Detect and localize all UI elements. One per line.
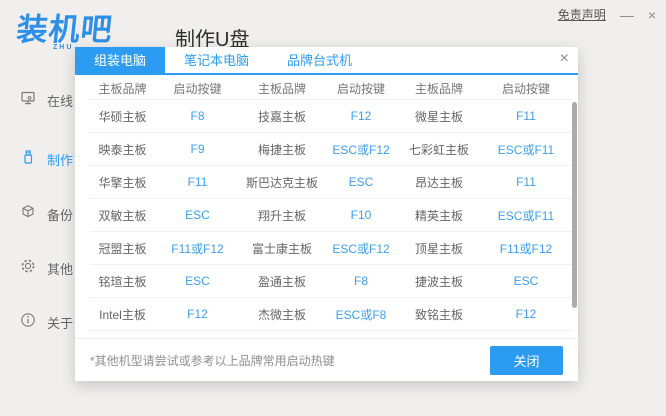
table-header-cell: 启动按键	[480, 80, 572, 97]
app-window: 装机吧 ZHU 免责声明 — × 制作U盘 在线 制作 备份	[0, 0, 666, 416]
boot-key-cell: F9	[155, 142, 240, 156]
brand-cell: 昂达主板	[398, 174, 480, 191]
brand-cell: 杰微主板	[240, 306, 324, 323]
table-row: 华擎主板F11斯巴达克主板ESC昂达主板F11	[90, 166, 572, 199]
sidebar-item-label: 在线	[47, 91, 73, 110]
table-row: 铭瑄主板ESC盈通主板F8捷波主板ESC	[90, 265, 572, 298]
app-logo-subtext: ZHU	[53, 44, 73, 51]
sidebar-item-make-usb[interactable]: 制作	[20, 149, 80, 170]
boot-key-cell: ESC	[155, 274, 240, 288]
brand-cell: Intel主板	[90, 306, 155, 323]
boot-key-cell: F12	[155, 307, 240, 321]
table-header-cell: 启动按键	[324, 80, 398, 97]
scrollbar-thumb[interactable]	[572, 102, 577, 308]
boot-key-cell: F12	[480, 307, 572, 321]
boot-key-cell: ESC	[480, 274, 572, 288]
brand-cell: 铭瑄主板	[90, 273, 155, 290]
boot-key-cell: F11或F12	[480, 240, 572, 257]
boot-key-cell: F8	[324, 274, 398, 288]
sidebar-item-label: 关于	[47, 313, 73, 332]
boot-key-cell: ESC或F11	[480, 141, 572, 158]
table-header-cell: 主板品牌	[240, 80, 324, 97]
boot-key-cell: F12	[324, 109, 398, 123]
boot-key-cell: ESC	[324, 175, 398, 189]
boot-key-cell: ESC或F11	[480, 207, 572, 224]
brand-cell: 七彩虹主板	[398, 141, 480, 158]
boot-key-cell: F11或F12	[155, 240, 240, 257]
brand-cell: 富士康主板	[240, 240, 324, 257]
table-row: 冠盟主板F11或F12富士康主板ESC或F12顶星主板F11或F12	[90, 232, 572, 265]
sidebar-item-label: 制作	[47, 150, 73, 169]
sidebar-item-online-reinstall[interactable]: 在线	[20, 90, 80, 111]
brand-cell: 梅捷主板	[240, 141, 324, 158]
boot-key-cell: F11	[155, 175, 240, 189]
brand-cell: 翔升主板	[240, 207, 324, 224]
window-controls: 免责声明 — ×	[558, 6, 656, 23]
table-header-cell: 启动按键	[155, 80, 240, 97]
boot-key-cell: ESC	[155, 208, 240, 222]
brand-cell: 华擎主板	[90, 174, 155, 191]
dialog-tab-bar: 组装电脑 笔记本电脑 品牌台式机 ×	[75, 47, 578, 75]
boot-key-cell: F11	[480, 175, 572, 189]
brand-cell: 双敏主板	[90, 207, 155, 224]
table-header-row: 主板品牌启动按键主板品牌启动按键主板品牌启动按键	[90, 77, 572, 100]
boot-key-table: 主板品牌启动按键主板品牌启动按键主板品牌启动按键华硕主板F8技嘉主板F12微星主…	[90, 77, 572, 331]
brand-cell: 华硕主板	[90, 108, 155, 125]
table-row: 双敏主板ESC翔升主板F10精英主板ESC或F11	[90, 199, 572, 232]
sidebar-item-other[interactable]: 其他	[20, 258, 80, 279]
dialog-close-icon[interactable]: ×	[560, 50, 569, 68]
boot-key-cell: ESC或F12	[324, 240, 398, 257]
close-dialog-button[interactable]: 关闭	[490, 346, 563, 375]
info-icon	[20, 312, 36, 333]
brand-cell: 致铭主板	[398, 306, 480, 323]
backup-icon	[20, 204, 36, 225]
brand-cell: 微星主板	[398, 108, 480, 125]
gear-icon	[20, 258, 36, 279]
brand-cell: 捷波主板	[398, 273, 480, 290]
table-row: 映泰主板F9梅捷主板ESC或F12七彩虹主板ESC或F11	[90, 133, 572, 166]
app-logo: 装机吧	[15, 4, 116, 49]
boot-key-cell: ESC或F12	[324, 141, 398, 158]
tab-laptop[interactable]: 笔记本电脑	[165, 47, 268, 75]
sidebar-item-about[interactable]: 关于	[20, 312, 80, 333]
brand-cell: 斯巴达克主板	[240, 174, 324, 191]
table-row: 华硕主板F8技嘉主板F12微星主板F11	[90, 100, 572, 133]
brand-cell: 盈通主板	[240, 273, 324, 290]
sidebar-item-label: 备份	[47, 205, 73, 224]
brand-cell: 技嘉主板	[240, 108, 324, 125]
table-header-cell: 主板品牌	[398, 80, 480, 97]
tab-assembled-pc[interactable]: 组装电脑	[75, 47, 165, 75]
window-close-icon[interactable]: ×	[648, 8, 656, 22]
boot-key-cell: ESC或F8	[324, 306, 398, 323]
dialog-footer: *其他机型请尝试或参考以上品牌常用启动热键 关闭	[75, 338, 578, 381]
boot-key-cell: F11	[480, 109, 572, 123]
usb-icon	[20, 149, 36, 170]
footnote-text: *其他机型请尝试或参考以上品牌常用启动热键	[90, 352, 335, 369]
sidebar-item-label: 其他	[47, 259, 73, 278]
minimize-icon[interactable]: —	[620, 8, 634, 22]
brand-cell: 映泰主板	[90, 141, 155, 158]
table-header-cell: 主板品牌	[90, 80, 155, 97]
brand-cell: 顶星主板	[398, 240, 480, 257]
brand-cell: 冠盟主板	[90, 240, 155, 257]
table-row: Intel主板F12杰微主板ESC或F8致铭主板F12	[90, 298, 572, 331]
monitor-icon	[20, 90, 36, 111]
boot-hotkey-dialog: 组装电脑 笔记本电脑 品牌台式机 × 主板品牌启动按键主板品牌启动按键主板品牌启…	[75, 47, 578, 381]
boot-key-cell: F8	[155, 109, 240, 123]
brand-cell: 精英主板	[398, 207, 480, 224]
boot-key-cell: F10	[324, 208, 398, 222]
sidebar-item-backup[interactable]: 备份	[20, 204, 80, 225]
tab-brand-desktop[interactable]: 品牌台式机	[268, 47, 371, 75]
disclaimer-link[interactable]: 免责声明	[558, 6, 606, 23]
